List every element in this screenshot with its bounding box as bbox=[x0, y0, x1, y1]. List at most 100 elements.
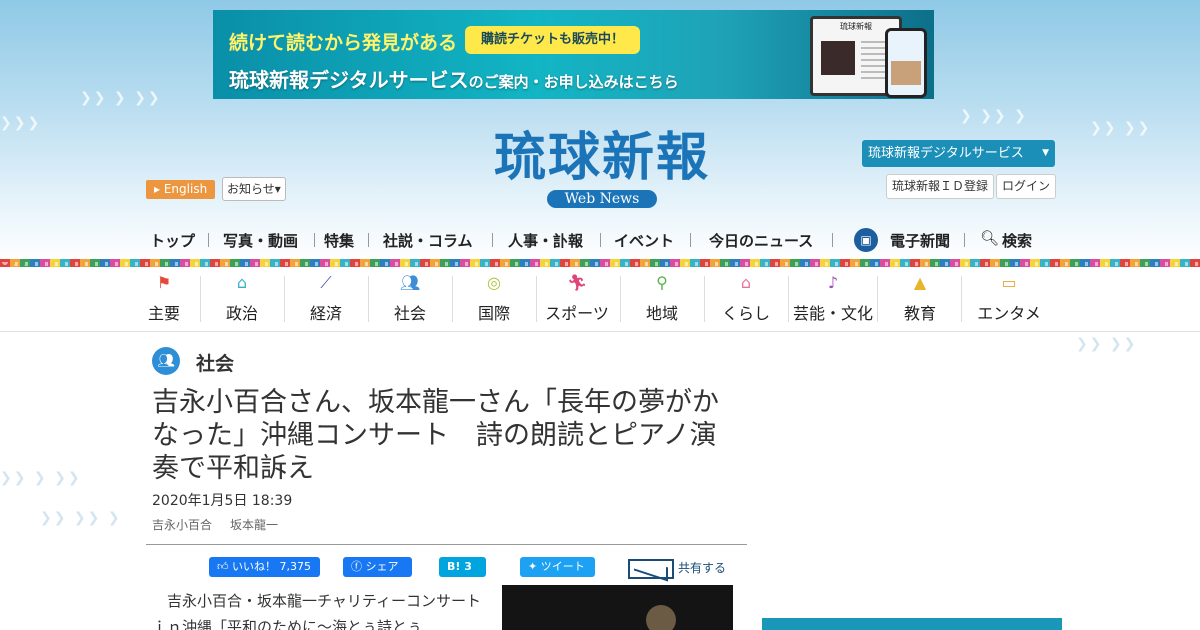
share-all-label: 共有する bbox=[678, 561, 727, 575]
article-photo[interactable] bbox=[502, 585, 733, 630]
category-separator bbox=[536, 276, 537, 322]
laptop-screen-image bbox=[821, 41, 855, 75]
notice-dropdown[interactable]: お知らせ▾ bbox=[222, 177, 286, 201]
category-culture[interactable]: ♪ 芸能・文化 bbox=[792, 268, 874, 330]
logo-web-news: Web News bbox=[546, 190, 658, 208]
fish-decoration: ❯❯ ❯❯ bbox=[1090, 120, 1152, 136]
like-label: いいね！ 7,375 bbox=[232, 560, 311, 573]
banner-main-text-2: のご案内・お申し込み bbox=[468, 73, 619, 91]
envelope-icon bbox=[628, 558, 674, 579]
category-label: スポーツ bbox=[545, 304, 609, 323]
people-icon: 👥︎ bbox=[399, 273, 421, 292]
gnav-photo-video[interactable]: 写真・動画 bbox=[223, 230, 298, 251]
category-label: 国際 bbox=[477, 304, 510, 323]
article-tags: 吉永小百合 坂本龍一 bbox=[152, 516, 296, 533]
category-nav: ⚑ 主要 ⌂ 政治 ⟋ 経済 👥︎ 社会 ◎ 国際 🏃︎ スポーツ ⚲ 地域 ⌂… bbox=[146, 268, 1056, 330]
category-entertainment[interactable]: ▭ エンタメ bbox=[975, 268, 1043, 330]
category-label: 政治 bbox=[225, 304, 258, 323]
gnav-separator bbox=[690, 233, 691, 247]
gnav-todays-news[interactable]: 今日のニュース bbox=[709, 230, 813, 251]
category-separator bbox=[200, 276, 201, 322]
article-divider bbox=[146, 544, 747, 545]
sidebar-banner[interactable] bbox=[762, 618, 1062, 630]
hatena-bookmark-button[interactable]: B! 3 bbox=[439, 557, 486, 577]
gnav-separator bbox=[964, 233, 965, 247]
article-body: 吉永小百合・坂本龍一チャリティーコンサートｉｎ沖縄「平和のために～海とぅ詩とぅ bbox=[152, 592, 481, 630]
thumbs-up-icon: 👍︎ bbox=[217, 560, 229, 573]
facebook-like-button[interactable]: 👍︎ いいね！ 7,375 bbox=[209, 557, 320, 577]
category-separator bbox=[452, 276, 453, 322]
logo-text: 琉球新報 bbox=[493, 127, 710, 188]
tweet-button[interactable]: ✦ ツイート bbox=[520, 557, 595, 577]
section-label[interactable]: 社会 bbox=[196, 349, 234, 376]
category-education[interactable]: ▲ 教育 bbox=[898, 268, 942, 330]
fish-decoration: ❯❯ ❯❯ ❯ bbox=[40, 510, 122, 526]
fish-decoration: ❯❯❯ bbox=[0, 115, 42, 131]
digital-service-label: 琉球新報デジタルサービス bbox=[868, 146, 1024, 161]
fish-decoration: ❯ ❯❯ ❯ bbox=[960, 108, 1028, 124]
id-register-button[interactable]: 琉球新報ＩＤ登録 bbox=[886, 174, 995, 199]
category-society[interactable]: 👥︎ 社会 bbox=[388, 268, 432, 330]
category-separator bbox=[368, 276, 369, 322]
category-label: 経済 bbox=[309, 304, 342, 323]
category-label: くらし bbox=[721, 304, 770, 323]
english-button[interactable]: ▸ English bbox=[146, 180, 216, 199]
flag-icon: ⚑ bbox=[156, 273, 172, 292]
english-label: English bbox=[163, 182, 208, 196]
globe-icon: ◎ bbox=[487, 273, 501, 292]
category-label: エンタメ bbox=[977, 304, 1041, 323]
category-sports[interactable]: 🏃︎ スポーツ bbox=[544, 268, 610, 330]
category-label: 地域 bbox=[645, 304, 678, 323]
gnav-separator bbox=[492, 233, 493, 247]
banner-main-text-3: はこちら bbox=[618, 73, 679, 91]
category-international[interactable]: ◎ 国際 bbox=[472, 268, 516, 330]
gnav-personnel[interactable]: 人事・訃報 bbox=[508, 230, 583, 251]
gnav-separator bbox=[208, 233, 209, 247]
photo-subject bbox=[646, 605, 676, 630]
notice-label: お知らせ bbox=[227, 182, 275, 196]
map-pin-icon: ⚲ bbox=[656, 273, 668, 292]
search-icon[interactable]: 🔍︎ bbox=[980, 229, 999, 247]
category-economy[interactable]: ⟋ 経済 bbox=[304, 268, 348, 330]
category-politics[interactable]: ⌂ 政治 bbox=[220, 268, 264, 330]
facebook-share-button[interactable]: ⓕ シェア bbox=[343, 557, 412, 577]
fish-decoration: ❯❯ ❯ ❯❯ bbox=[0, 470, 82, 486]
gnav-feature[interactable]: 特集 bbox=[324, 230, 354, 251]
gnav-event[interactable]: イベント bbox=[614, 230, 674, 251]
article-headline: 吉永小百合さん、坂本龍一さん「長年の夢がかなった」沖縄コンサート 詩の朗読とピア… bbox=[152, 387, 719, 484]
gnav-separator bbox=[368, 233, 369, 247]
digital-service-dropdown[interactable]: 琉球新報デジタルサービス ▼ bbox=[862, 140, 1055, 167]
category-main[interactable]: ⚑ 主要 bbox=[146, 268, 182, 330]
login-button[interactable]: ログイン bbox=[996, 174, 1057, 199]
category-living[interactable]: ⌂ くらし bbox=[720, 268, 772, 330]
gnav-e-paper[interactable]: 電子新聞 bbox=[890, 230, 950, 251]
mortarboard-icon: ▲ bbox=[913, 273, 927, 292]
runner-icon: 🏃︎ bbox=[566, 273, 588, 292]
chevron-down-icon: ▼ bbox=[1042, 148, 1049, 158]
category-region[interactable]: ⚲ 地域 bbox=[640, 268, 684, 330]
category-label: 芸能・文化 bbox=[792, 304, 873, 323]
category-label: 社会 bbox=[393, 304, 426, 323]
category-separator bbox=[877, 276, 878, 322]
decorative-wave-overlay bbox=[0, 262, 1200, 266]
category-separator bbox=[788, 276, 789, 322]
digital-service-banner[interactable]: 続けて読むから発見がある 購読チケットも販売中！ 琉球新報デジタルサービスのご案… bbox=[213, 10, 934, 99]
house-icon: ⌂ bbox=[740, 273, 752, 292]
gnav-editorial[interactable]: 社説・コラム bbox=[383, 230, 473, 251]
category-separator bbox=[961, 276, 962, 322]
gnav-search[interactable]: 検索 bbox=[1002, 230, 1032, 251]
fish-decoration: ❯❯ ❯❯ bbox=[1076, 336, 1138, 352]
chart-line-icon: ⟋ bbox=[320, 273, 332, 292]
gnav-top[interactable]: トップ bbox=[150, 230, 195, 251]
category-nav-divider bbox=[0, 331, 1200, 332]
tag-link[interactable]: 坂本龍一 bbox=[230, 518, 278, 532]
category-separator bbox=[284, 276, 285, 322]
twitter-bird-icon: ✦ bbox=[528, 560, 538, 573]
tweet-label: ツイート bbox=[540, 560, 585, 573]
people-icon: 👥︎ bbox=[152, 347, 180, 375]
tag-link[interactable]: 吉永小百合 bbox=[152, 518, 212, 532]
site-logo[interactable]: 琉球新報 Web News bbox=[452, 128, 752, 208]
e-paper-icon: ▣ bbox=[854, 228, 878, 252]
banner-ticket-pill: 購読チケットも販売中！ bbox=[465, 26, 641, 54]
share-all-button[interactable]: 共有する bbox=[628, 556, 726, 580]
